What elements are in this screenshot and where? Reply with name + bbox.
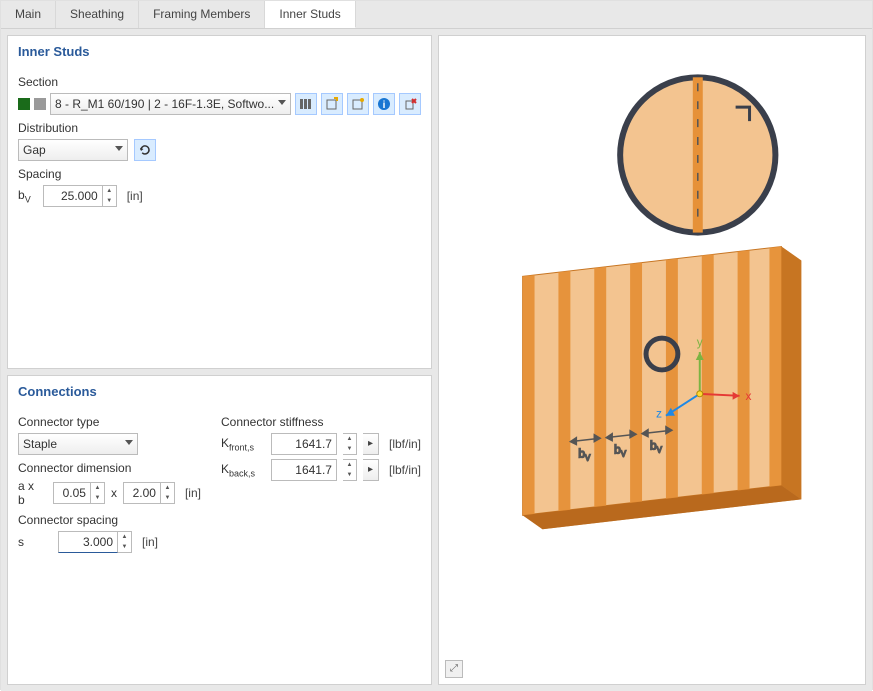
spacing-label: Spacing	[18, 167, 421, 181]
k-front-label: Kfront,s	[221, 436, 265, 452]
k-back-unit: [lbf/in]	[389, 463, 421, 477]
tab-framing-members[interactable]: Framing Members	[139, 1, 265, 28]
axis-x-label: x	[746, 389, 752, 403]
dim-a-input[interactable]: 0.05	[53, 482, 91, 504]
inner-studs-panel: Inner Studs Section 8 - R_M1 60/190 | 2 …	[7, 35, 432, 369]
svg-text:i: i	[383, 100, 386, 111]
k-back-spinner[interactable]: ▲▼	[343, 459, 357, 481]
distribution-select[interactable]: Gap	[18, 139, 128, 161]
section-label: Section	[18, 75, 421, 89]
visualization-panel: x y z bV	[438, 35, 866, 685]
wall-panel-viz[interactable]: x y z bV	[439, 36, 865, 684]
axis-z-label: z	[656, 407, 662, 421]
connector-type-label: Connector type	[18, 415, 201, 429]
dim-unit: [in]	[185, 486, 201, 500]
k-back-label: Kback,s	[221, 462, 265, 478]
connector-dim-label: Connector dimension	[18, 461, 201, 475]
panel-title: Inner Studs	[8, 36, 431, 63]
section-color-swatch-1	[18, 98, 30, 110]
x-label: x	[111, 486, 117, 500]
library-button[interactable]	[295, 93, 317, 115]
bv-symbol: bV	[18, 188, 31, 204]
dim-b-spinner[interactable]: ▲▼	[161, 482, 175, 504]
bv-input[interactable]: 25.000	[43, 185, 103, 207]
bv-spinner[interactable]: ▲▼	[103, 185, 117, 207]
chevron-down-icon	[115, 146, 123, 151]
k-front-input[interactable]: 1641.7	[271, 433, 337, 455]
dim-a-spinner[interactable]: ▲▼	[91, 482, 105, 504]
chevron-down-icon	[278, 100, 286, 105]
edit-section-button[interactable]	[347, 93, 369, 115]
axis-y-label: y	[697, 335, 703, 349]
distribution-label: Distribution	[18, 121, 421, 135]
k-front-apply-button[interactable]: ▸	[363, 433, 379, 455]
k-front-spinner[interactable]: ▲▼	[343, 433, 357, 455]
tab-sheathing[interactable]: Sheathing	[56, 1, 139, 28]
reset-distribution-button[interactable]	[134, 139, 156, 161]
k-front-unit: [lbf/in]	[389, 437, 421, 451]
section-color-swatch-2	[34, 98, 46, 110]
s-input[interactable]: 3.000	[58, 531, 118, 553]
dim-b-input[interactable]: 2.00	[123, 482, 161, 504]
s-unit: [in]	[142, 535, 158, 549]
connections-panel: Connections Connector type Staple Connec…	[7, 375, 432, 685]
section-select[interactable]: 8 - R_M1 60/190 | 2 - 16F-1.3E, Softwo..…	[50, 93, 291, 115]
k-back-input[interactable]: 1641.7	[271, 459, 337, 481]
s-label: s	[18, 535, 46, 549]
tab-inner-studs[interactable]: Inner Studs	[265, 1, 355, 28]
connector-spacing-label: Connector spacing	[18, 513, 201, 527]
axb-label: a x b	[18, 479, 41, 507]
connections-title: Connections	[8, 376, 431, 403]
connector-type-select[interactable]: Staple	[18, 433, 138, 455]
s-spinner[interactable]: ▲▼	[118, 531, 132, 553]
connector-stiffness-label: Connector stiffness	[221, 415, 421, 429]
k-back-apply-button[interactable]: ▸	[363, 459, 379, 481]
delete-section-button[interactable]	[399, 93, 421, 115]
tab-bar: Main Sheathing Framing Members Inner Stu…	[1, 1, 872, 29]
bv-unit: [in]	[127, 189, 143, 203]
tab-main[interactable]: Main	[1, 1, 56, 28]
view-options-button[interactable]: ⤢	[445, 660, 463, 678]
chevron-down-icon	[125, 440, 133, 445]
new-section-button[interactable]	[321, 93, 343, 115]
info-button[interactable]: i	[373, 93, 395, 115]
